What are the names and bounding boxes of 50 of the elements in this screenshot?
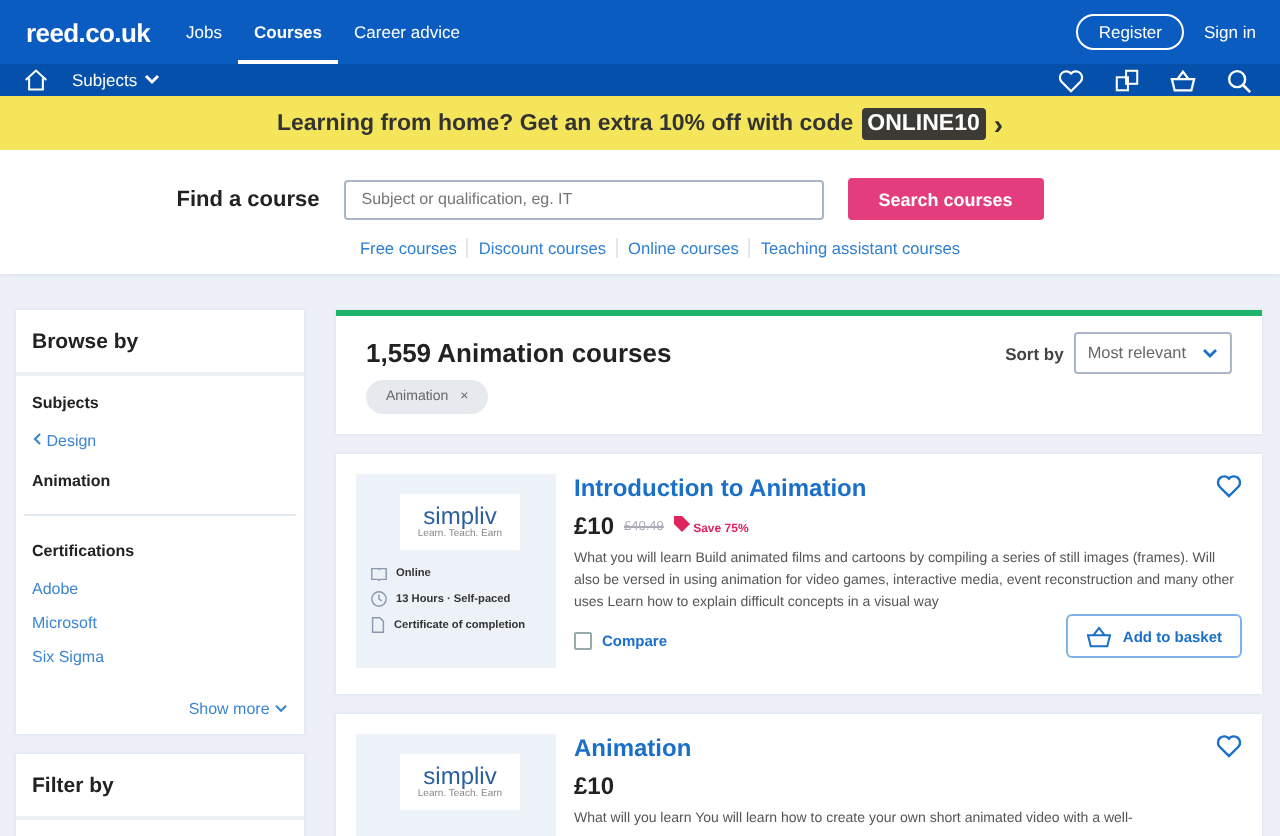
chevron-down-icon — [274, 704, 288, 714]
quick-link[interactable]: Discount courses — [466, 238, 617, 258]
certifications-heading: Certifications — [32, 540, 137, 564]
basket-icon — [1086, 626, 1113, 648]
course-title-link[interactable]: Introduction to Animation — [574, 474, 867, 502]
course-title-link[interactable]: Animation — [574, 734, 692, 762]
provider-logo-text: simpliv — [423, 764, 497, 788]
clock-icon — [370, 590, 388, 608]
show-more-link[interactable]: Show more — [188, 674, 288, 718]
filter-title: Filter by — [16, 754, 304, 820]
sign-in-link[interactable]: Sign in — [1204, 22, 1256, 42]
certification-link[interactable]: Adobe — [32, 572, 288, 606]
quick-link[interactable]: Online courses — [616, 238, 749, 258]
book-icon — [370, 566, 388, 582]
nav-tab[interactable]: Career advice — [338, 0, 476, 64]
chevron-down-icon — [143, 74, 160, 86]
quick-link[interactable]: Teaching assistant courses — [748, 238, 971, 258]
subjects-heading: Subjects — [32, 392, 101, 416]
site-logo[interactable]: reed.co.uk — [26, 17, 151, 47]
sort-dropdown[interactable]: Most relevant — [1073, 332, 1232, 374]
certificate-icon — [370, 616, 386, 634]
current-subject: Animation — [32, 470, 113, 494]
course-price: £10 — [574, 512, 615, 540]
provider-logo-text: simpliv — [423, 504, 497, 528]
register-button[interactable]: Register — [1076, 14, 1184, 50]
search-button[interactable]: Search courses — [847, 178, 1044, 220]
heart-icon[interactable] — [1216, 734, 1242, 758]
promo-text: Learning from home? Get an extra 10% off with code — [276, 111, 854, 135]
promo-code: ONLINE10 — [861, 107, 986, 139]
promo-banner[interactable]: Learning from home? Get an extra 10% off with code ONLINE10 › — [0, 96, 1280, 150]
certification-link[interactable]: Microsoft — [32, 606, 288, 640]
compare-icon[interactable] — [1114, 67, 1140, 93]
heart-icon[interactable] — [1216, 474, 1242, 498]
chevron-down-icon — [1202, 347, 1218, 359]
find-course-label: Find a course — [176, 187, 320, 211]
certification-link[interactable]: Six Sigma — [32, 640, 288, 674]
sort-label: Sort by — [1005, 343, 1064, 363]
parent-subject-link[interactable]: Design — [32, 424, 288, 462]
course-price: £10 — [574, 772, 615, 800]
browse-title: Browse by — [16, 310, 304, 376]
home-icon[interactable] — [24, 68, 48, 92]
subjects-dropdown[interactable]: Subjects — [72, 70, 160, 90]
nav-tab[interactable]: Jobs — [170, 0, 238, 64]
chevron-icon: › — [993, 107, 1004, 139]
search-field[interactable]: Subject or qualification, eg. IT — [343, 179, 824, 219]
results-title: 1,559 Animation courses — [366, 338, 672, 368]
quick-link[interactable]: Free courses — [349, 238, 467, 258]
search-icon[interactable] — [1226, 67, 1252, 93]
chevron-left-icon — [32, 432, 42, 446]
basket-icon[interactable] — [1170, 67, 1196, 93]
